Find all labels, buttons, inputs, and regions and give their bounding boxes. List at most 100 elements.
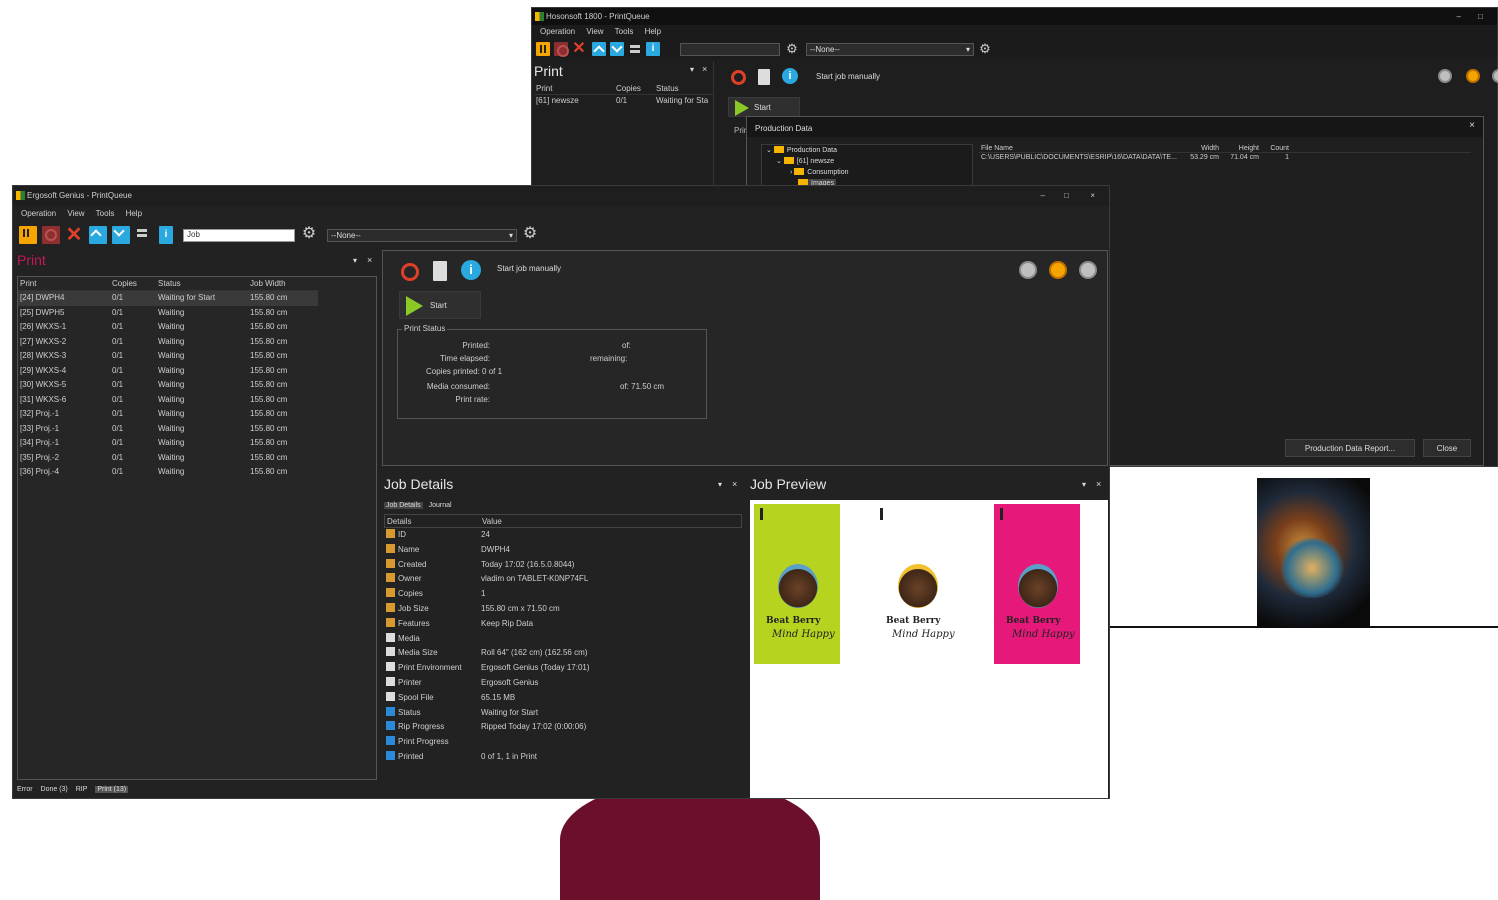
table-row[interactable]: [27] WKXS-2 0/1 Waiting 155.80 cm — [18, 335, 318, 350]
pause-icon[interactable] — [19, 226, 37, 244]
info-circle-icon[interactable]: i — [782, 68, 798, 84]
start-button[interactable]: Start — [399, 291, 481, 319]
move-down-icon[interactable] — [610, 42, 624, 56]
detail-row[interactable]: Rip Progress Ripped Today 17:02 (0:00:06) — [384, 720, 742, 735]
table-row[interactable]: [35] Proj.-2 0/1 Waiting 155.80 cm — [18, 451, 318, 466]
detail-row[interactable]: Printed 0 of 1, 1 in Print — [384, 750, 742, 765]
tree-node-consumption[interactable]: › Consumption — [790, 168, 849, 176]
tab-rip[interactable]: RIP — [76, 786, 88, 793]
info-icon[interactable]: i — [646, 42, 660, 56]
maximize-button[interactable]: □ — [1064, 186, 1069, 206]
detail-row[interactable]: Spool File 65.15 MB — [384, 691, 742, 706]
list-icon[interactable] — [628, 42, 642, 56]
table-row[interactable]: [25] DWPH5 0/1 Waiting 155.80 cm — [18, 306, 318, 321]
column-header[interactable]: Job Width — [248, 277, 318, 290]
detail-row[interactable]: Printer Ergosoft Genius — [384, 676, 742, 691]
table-row[interactable]: [28] WKXS-3 0/1 Waiting 155.80 cm — [18, 349, 318, 364]
settings-icon[interactable]: ⚙ — [978, 42, 992, 56]
detail-row[interactable]: Status Waiting for Start — [384, 706, 742, 721]
menu-view[interactable]: View — [586, 27, 603, 36]
search-options-icon[interactable]: ⚙ — [300, 226, 318, 245]
table-row[interactable]: [34] Proj.-1 0/1 Waiting 155.80 cm — [18, 436, 318, 451]
move-up-icon[interactable] — [592, 42, 606, 56]
tab-job-details[interactable]: Job Details — [384, 502, 423, 509]
table-row[interactable]: [30] WKXS-5 0/1 Waiting 155.80 cm — [18, 378, 318, 393]
column-header[interactable]: Status — [654, 83, 714, 94]
production-data-report-button[interactable]: Production Data Report... — [1285, 439, 1415, 457]
column-header[interactable]: Details — [385, 515, 480, 527]
table-row[interactable]: [36] Proj.-4 0/1 Waiting 155.80 cm — [18, 465, 318, 480]
info-icon[interactable]: i — [159, 226, 173, 244]
detail-row[interactable]: Print Environment Ergosoft Genius (Today … — [384, 661, 742, 676]
table-row[interactable]: [31] WKXS-6 0/1 Waiting 155.80 cm — [18, 393, 318, 408]
cancel-icon[interactable] — [731, 70, 746, 85]
tab-print[interactable]: Print (13) — [95, 786, 129, 793]
table-row[interactable]: [24] DWPH4 0/1 Waiting for Start 155.80 cm — [18, 291, 318, 306]
column-header[interactable]: Value — [480, 515, 685, 527]
detail-row[interactable]: ID 24 — [384, 528, 742, 543]
menu-view[interactable]: View — [67, 209, 84, 218]
move-down-icon[interactable] — [112, 226, 130, 244]
filter-combo[interactable]: --None-- ▾ — [327, 229, 517, 242]
search-options-icon[interactable]: ⚙ — [785, 42, 799, 56]
search-input[interactable] — [680, 43, 780, 56]
minimize-button[interactable]: – — [1041, 186, 1045, 206]
column-header[interactable]: Count — [1259, 144, 1289, 152]
table-row[interactable]: [32] Proj.-1 0/1 Waiting 155.80 cm — [18, 407, 318, 422]
detail-row[interactable]: Media — [384, 632, 742, 647]
detail-row[interactable]: Created Today 17:02 (16.5.0.8044) — [384, 558, 742, 573]
menu-help[interactable]: Help — [645, 27, 661, 36]
column-header[interactable]: Print — [534, 83, 614, 94]
column-header[interactable]: Copies — [110, 277, 156, 290]
table-row[interactable]: [61] newsze 0/1 Waiting for Sta — [534, 95, 714, 107]
menu-operation[interactable]: Operation — [21, 209, 56, 218]
detail-row[interactable]: Features Keep Rip Data — [384, 617, 742, 632]
table-row[interactable]: C:\USERS\PUBLIC\DOCUMENTS\ESRIP\16\DATA\… — [979, 153, 1471, 163]
column-header[interactable]: File Name — [979, 144, 1179, 152]
tab-error[interactable]: Error — [17, 786, 33, 793]
tab-journal[interactable]: Journal — [429, 502, 452, 509]
panel-dropdown-icon[interactable]: ▾ — [353, 256, 357, 265]
panel-dropdown-icon[interactable]: ▾ — [1082, 480, 1086, 489]
table-row[interactable]: [29] WKXS-4 0/1 Waiting 155.80 cm — [18, 364, 318, 379]
document-icon[interactable] — [433, 261, 447, 281]
tree-node-root[interactable]: ⌄ Production Data — [766, 146, 837, 154]
panel-dropdown-icon[interactable]: ▾ — [718, 480, 722, 489]
minimize-button[interactable]: – — [1457, 8, 1461, 25]
panel-close-icon[interactable]: × — [367, 255, 372, 265]
stop-icon[interactable] — [554, 42, 569, 57]
dialog-close-icon[interactable]: × — [1469, 120, 1475, 131]
delete-icon[interactable]: ✕ — [65, 225, 83, 245]
pause-icon[interactable] — [536, 42, 550, 56]
column-header[interactable]: Status — [156, 277, 248, 290]
panel-close-icon[interactable]: × — [1096, 479, 1101, 489]
menu-tools[interactable]: Tools — [615, 27, 634, 36]
detail-row[interactable]: Copies 1 — [384, 587, 742, 602]
column-header[interactable]: Print — [18, 277, 110, 290]
stop-icon[interactable] — [42, 226, 60, 244]
maximize-button[interactable]: □ — [1478, 8, 1483, 25]
document-icon[interactable] — [758, 69, 770, 85]
detail-row[interactable]: Owner vladim on TABLET-K0NP74FL — [384, 572, 742, 587]
info-circle-icon[interactable]: i — [461, 260, 481, 280]
filter-combo[interactable]: --None-- ▾ — [806, 43, 974, 56]
close-button[interactable]: Close — [1423, 439, 1471, 457]
tree-node-job[interactable]: ⌄ [61] newsze — [776, 157, 834, 165]
menu-help[interactable]: Help — [126, 209, 142, 218]
search-input[interactable]: Job — [183, 229, 295, 242]
cancel-icon[interactable] — [401, 263, 419, 281]
detail-row[interactable]: Name DWPH4 — [384, 543, 742, 558]
move-up-icon[interactable] — [89, 226, 107, 244]
menu-operation[interactable]: Operation — [540, 27, 575, 36]
detail-row[interactable]: Print Progress — [384, 735, 742, 750]
tab-done[interactable]: Done (3) — [41, 786, 68, 793]
table-row[interactable]: [33] Proj.-1 0/1 Waiting 155.80 cm — [18, 422, 318, 437]
column-header[interactable]: Height — [1219, 144, 1259, 152]
column-header[interactable]: Copies — [614, 83, 654, 94]
detail-row[interactable]: Job Size 155.80 cm x 71.50 cm — [384, 602, 742, 617]
start-button[interactable]: Start — [728, 97, 800, 117]
panel-dropdown-icon[interactable]: ▾ — [690, 65, 694, 74]
detail-row[interactable]: Media Size Roll 64" (162 cm) (162.56 cm) — [384, 646, 742, 661]
column-header[interactable]: Width — [1179, 144, 1219, 152]
list-icon[interactable] — [135, 226, 153, 244]
